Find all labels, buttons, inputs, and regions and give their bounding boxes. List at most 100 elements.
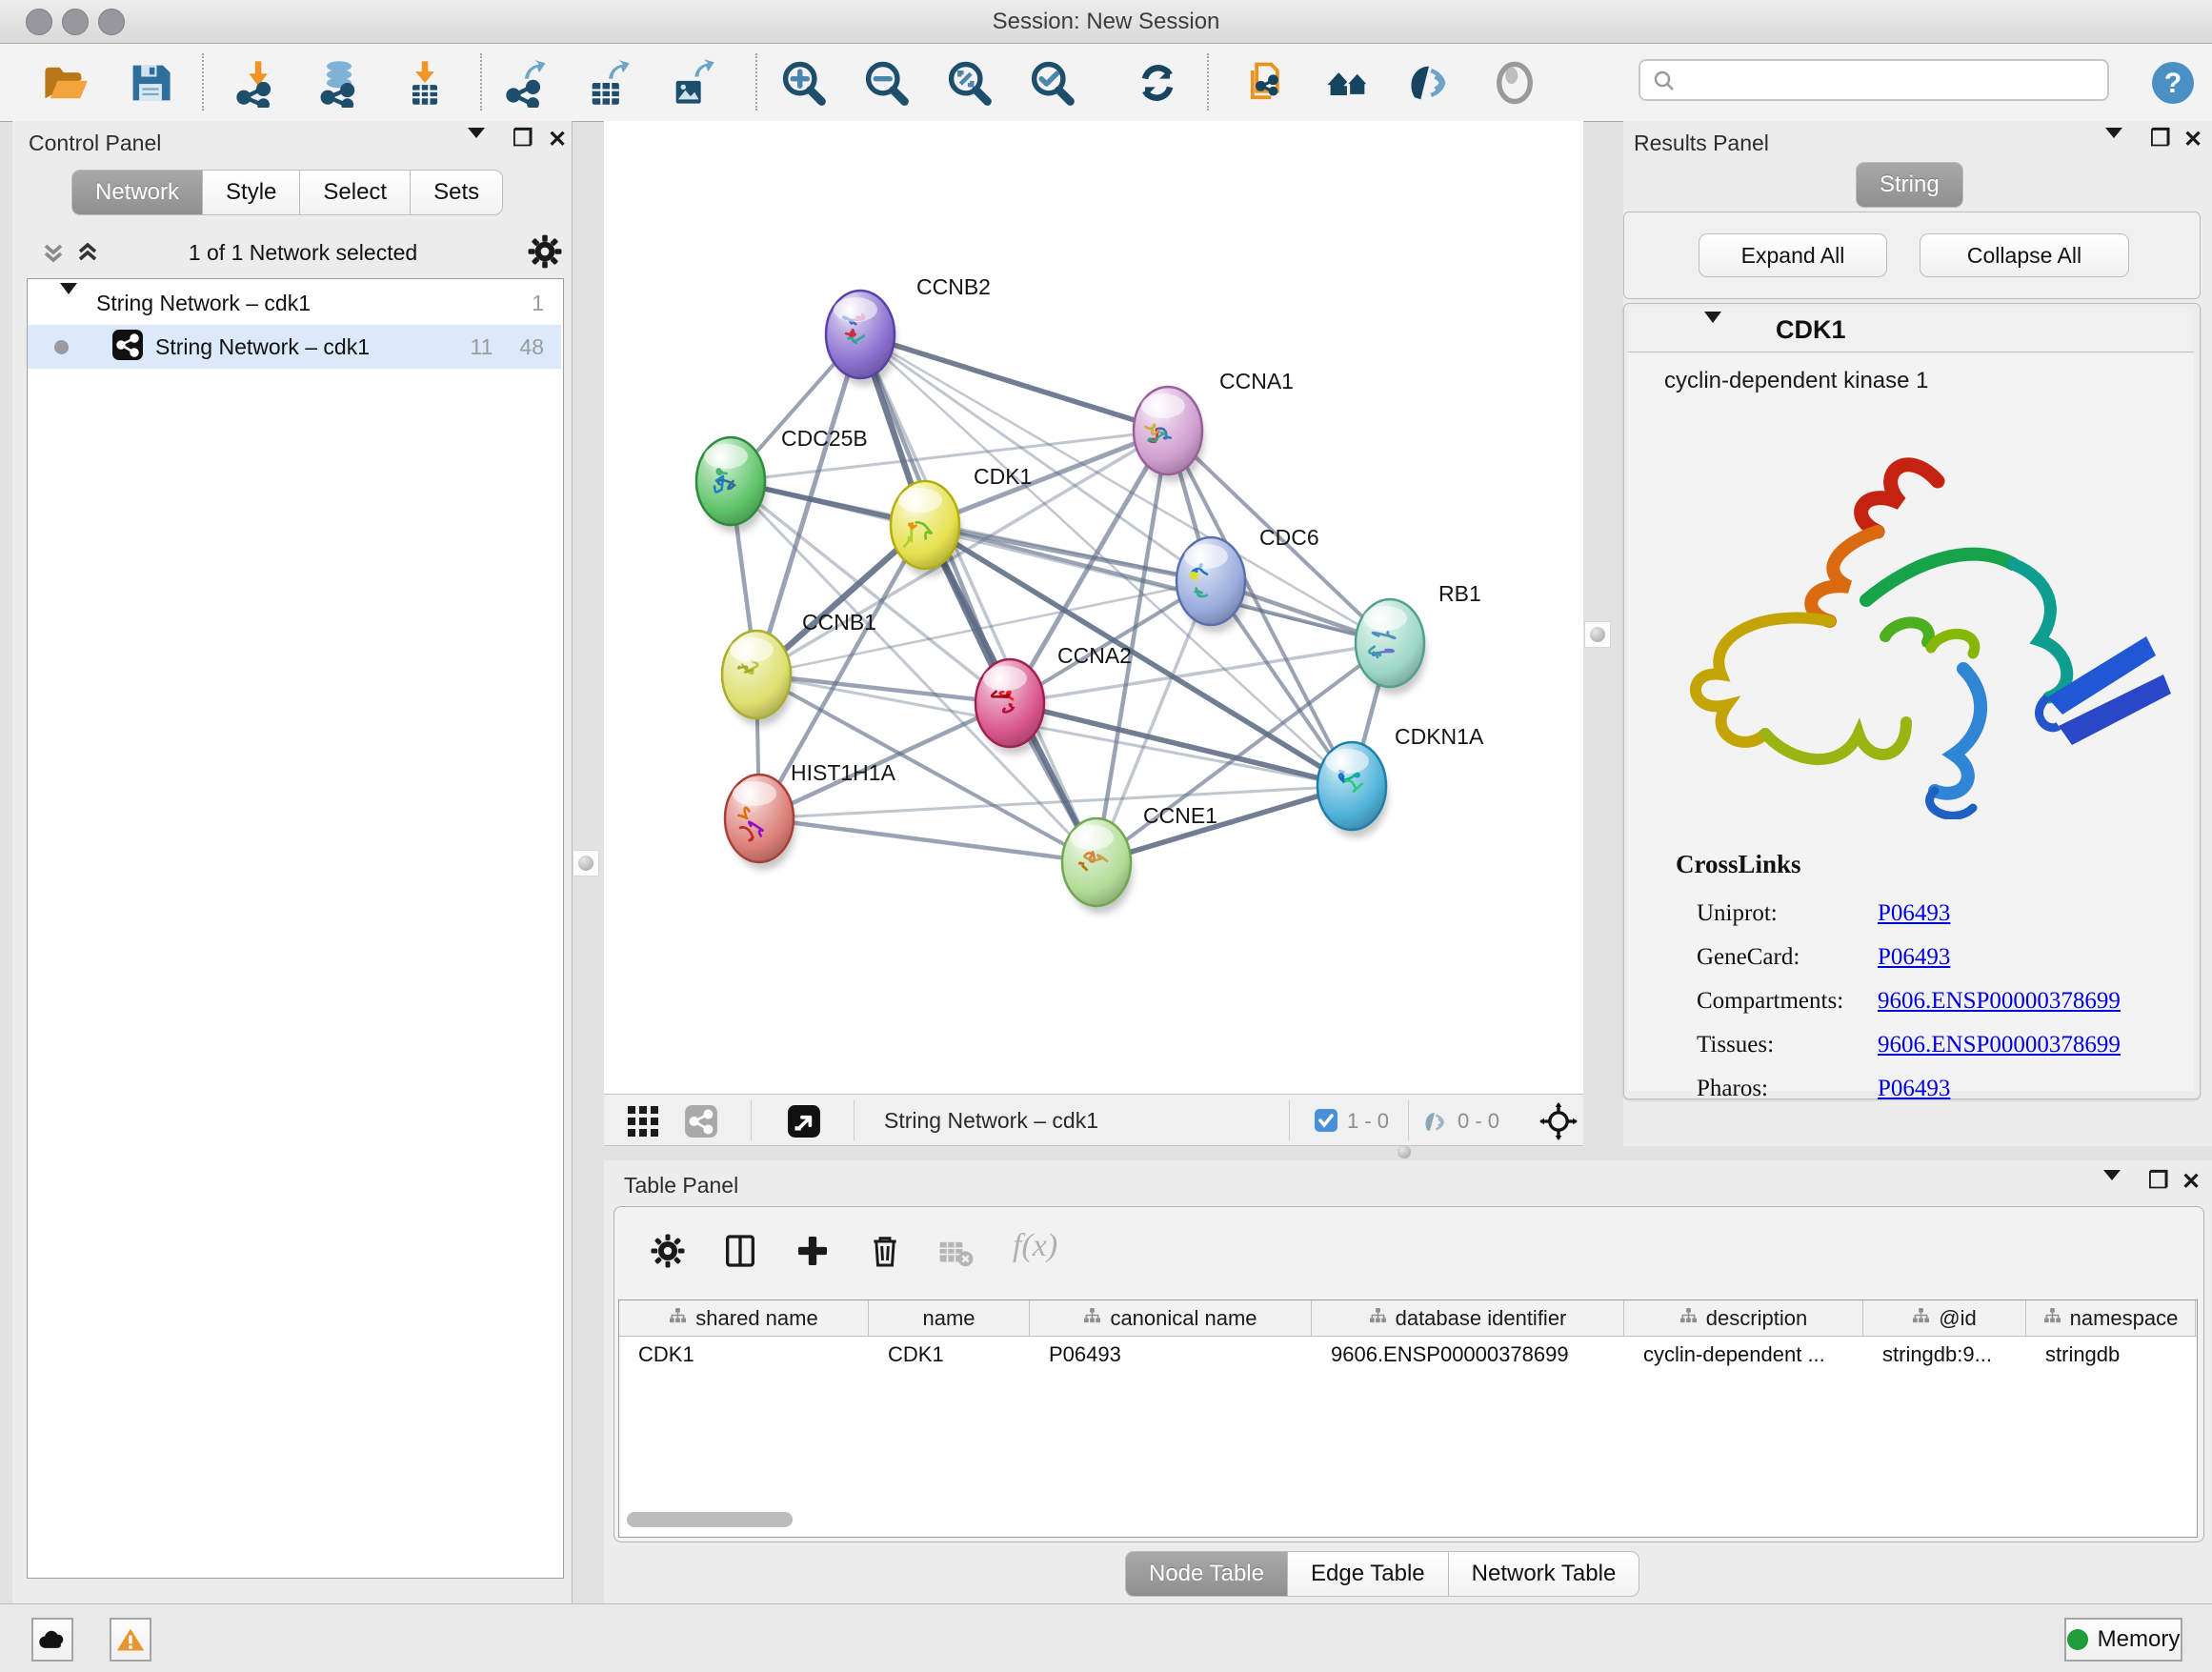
- network-graph[interactable]: CCNB2CCNA1CDC25BCDK1CDC6RB1CCNB1CCNA2CDK…: [604, 121, 1583, 1094]
- tab-network-table[interactable]: Network Table: [1449, 1551, 1640, 1597]
- column-header-name[interactable]: name: [869, 1300, 1030, 1336]
- export-image-icon[interactable]: [668, 58, 717, 108]
- hidden-eye-icon[interactable]: [1419, 1108, 1450, 1141]
- warnings-button[interactable]: [110, 1618, 151, 1662]
- zoom-out-icon[interactable]: [861, 58, 911, 108]
- collapse-all-button[interactable]: Collapse All: [1920, 233, 2129, 277]
- graph-node-RB1[interactable]: RB1: [1356, 581, 1481, 695]
- right-splitter-handle[interactable]: [1584, 621, 1611, 648]
- tab-edge-table[interactable]: Edge Table: [1288, 1551, 1449, 1597]
- section-collapse-icon[interactable]: [1704, 323, 1721, 340]
- zoom-fit-icon[interactable]: [944, 58, 994, 108]
- tab-style[interactable]: Style: [203, 170, 300, 215]
- graph-node-CDKN1A[interactable]: CDKN1A: [1317, 724, 1484, 837]
- column-header-canonical-name[interactable]: canonical name: [1030, 1300, 1312, 1336]
- table-row[interactable]: CDK1CDK1P064939606.ENSP00000378699cyclin…: [619, 1337, 2197, 1372]
- graph-node-CCNA1[interactable]: CCNA1: [1134, 369, 1294, 482]
- show-hidden-icon[interactable]: [1490, 58, 1539, 108]
- zoom-selected-icon[interactable]: [1027, 58, 1076, 108]
- import-network-icon[interactable]: [232, 58, 282, 108]
- graph-node-CDC6[interactable]: CDC6: [1176, 525, 1319, 633]
- delete-column-icon[interactable]: [866, 1232, 904, 1270]
- selected-checkbox-icon[interactable]: [1314, 1108, 1338, 1138]
- column-header-@id[interactable]: @id: [1863, 1300, 2026, 1336]
- tab-select[interactable]: Select: [300, 170, 411, 215]
- protein-section-header[interactable]: CDK1: [1628, 308, 2194, 353]
- table-cell[interactable]: CDK1: [619, 1337, 869, 1372]
- table-cell[interactable]: P06493: [1030, 1337, 1312, 1372]
- navigator-icon[interactable]: [787, 1104, 821, 1143]
- show-column-icon[interactable]: [721, 1232, 759, 1270]
- graph-node-CCNE1[interactable]: CCNE1: [1062, 803, 1217, 914]
- search-input[interactable]: [1639, 59, 2109, 101]
- export-table-icon[interactable]: [584, 58, 633, 108]
- export-network-icon[interactable]: [502, 58, 552, 108]
- network-options-gear-icon[interactable]: [527, 233, 563, 274]
- help-icon[interactable]: ?: [2151, 61, 2195, 110]
- tab-node-table[interactable]: Node Table: [1125, 1551, 1288, 1597]
- table-cell[interactable]: stringdb: [2026, 1337, 2196, 1372]
- column-header-namespace[interactable]: namespace: [2026, 1300, 2196, 1336]
- horizontal-scrollbar[interactable]: [627, 1512, 793, 1527]
- close-panel-icon[interactable]: ✕: [2182, 1168, 2201, 1196]
- fit-selected-crosshair-icon[interactable]: [1539, 1102, 1578, 1145]
- add-column-icon[interactable]: [794, 1232, 832, 1270]
- left-splitter-handle[interactable]: [573, 850, 599, 876]
- clone-network-icon[interactable]: [1242, 58, 1292, 108]
- crosslink-value-link[interactable]: P06493: [1878, 1076, 1950, 1102]
- memory-button[interactable]: Memory: [2064, 1618, 2182, 1662]
- float-panel-icon[interactable]: ❐: [2148, 1167, 2169, 1195]
- save-session-icon[interactable]: [126, 58, 175, 108]
- graph-edge[interactable]: [1010, 703, 1352, 786]
- panel-menu-icon[interactable]: [2105, 138, 2122, 155]
- import-table-icon[interactable]: [400, 58, 450, 108]
- graph-node-CCNB1[interactable]: CCNB1: [722, 610, 876, 726]
- table-settings-gear-icon[interactable]: [649, 1232, 687, 1270]
- float-panel-icon[interactable]: ❐: [2150, 125, 2171, 152]
- zoom-in-icon[interactable]: [778, 58, 828, 108]
- close-panel-icon[interactable]: ✕: [2183, 126, 2202, 153]
- table-header-row: shared namenamecanonical namedatabase id…: [619, 1300, 2197, 1337]
- graph-edge[interactable]: [860, 334, 1096, 862]
- table-cell[interactable]: CDK1: [869, 1337, 1030, 1372]
- column-header-shared-name[interactable]: shared name: [619, 1300, 869, 1336]
- cloud-button[interactable]: [31, 1618, 73, 1662]
- table-cell[interactable]: stringdb:9...: [1863, 1337, 2026, 1372]
- column-header-description[interactable]: description: [1624, 1300, 1863, 1336]
- crosslink-value-link[interactable]: 9606.ENSP00000378699: [1878, 1032, 2121, 1058]
- graph-edge[interactable]: [860, 334, 1168, 431]
- collapse-all-icon[interactable]: [39, 238, 68, 272]
- network-row[interactable]: String Network – cdk1 11 48: [28, 325, 561, 369]
- tab-sets[interactable]: Sets: [411, 170, 503, 215]
- graph-node-label: CDKN1A: [1395, 724, 1484, 749]
- results-content-card: CDK1 cyclin-dependent kinase 1: [1623, 303, 2201, 1099]
- collection-expand-icon[interactable]: [60, 294, 77, 312]
- table-cell[interactable]: 9606.ENSP00000378699: [1312, 1337, 1624, 1372]
- crosslink-value-link[interactable]: P06493: [1878, 944, 1950, 971]
- graph-edge[interactable]: [759, 818, 1096, 862]
- network-canvas[interactable]: CCNB2CCNA1CDC25BCDK1CDC6RB1CCNB1CCNA2CDK…: [604, 121, 1583, 1094]
- close-panel-icon[interactable]: ✕: [548, 126, 567, 153]
- float-panel-icon[interactable]: ❐: [513, 125, 533, 152]
- expand-all-button[interactable]: Expand All: [1699, 233, 1887, 277]
- panel-menu-icon[interactable]: [2103, 1180, 2121, 1198]
- network-collection-row[interactable]: String Network – cdk1 1: [28, 281, 561, 325]
- crosslink-value-link[interactable]: P06493: [1878, 900, 1950, 927]
- panel-menu-icon[interactable]: [468, 138, 485, 155]
- graph-node-CDC25B[interactable]: CDC25B: [696, 426, 868, 533]
- hide-panels-icon[interactable]: [1404, 58, 1454, 108]
- open-session-icon[interactable]: [40, 58, 90, 108]
- tab-network[interactable]: Network: [71, 170, 203, 215]
- horizontal-splitter-handle[interactable]: [1392, 1146, 1417, 1158]
- home-icon[interactable]: [1323, 58, 1373, 108]
- network-view-share-icon[interactable]: [684, 1104, 718, 1143]
- graph-node-CCNA2[interactable]: CCNA2: [975, 643, 1132, 755]
- tab-string[interactable]: String: [1856, 162, 1963, 208]
- crosslink-value-link[interactable]: 9606.ENSP00000378699: [1878, 988, 2121, 1015]
- import-network-from-database-icon[interactable]: [314, 58, 364, 108]
- column-header-database-identifier[interactable]: database identifier: [1312, 1300, 1624, 1336]
- grid-view-icon[interactable]: [627, 1105, 659, 1142]
- refresh-icon[interactable]: [1133, 58, 1182, 108]
- expand-all-icon[interactable]: [73, 238, 102, 272]
- table-cell[interactable]: cyclin-dependent ...: [1624, 1337, 1863, 1372]
